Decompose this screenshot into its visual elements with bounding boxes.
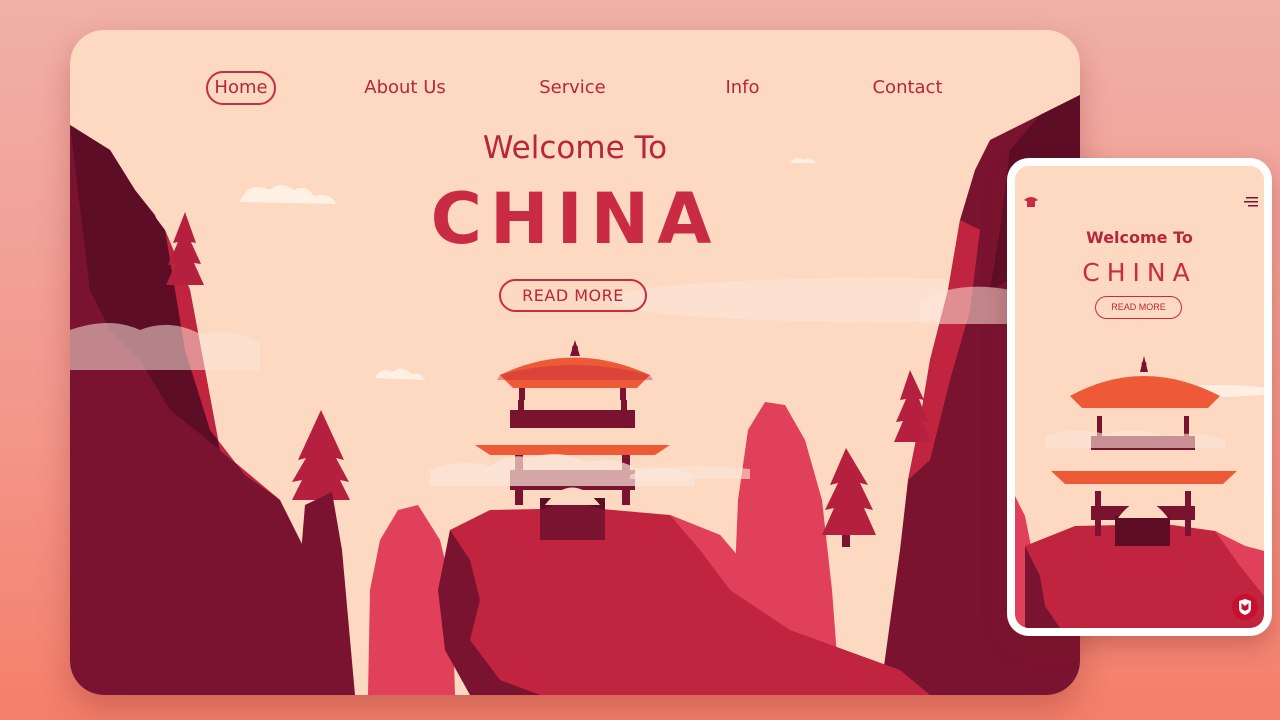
nav-about-us[interactable]: About Us <box>355 71 455 105</box>
nav-service[interactable]: Service <box>525 71 620 105</box>
main-navigation: Home About Us Service Info Contact <box>70 71 1080 105</box>
read-more-button[interactable]: READ MORE <box>499 279 647 312</box>
shield-badge-icon[interactable] <box>1232 594 1258 620</box>
hero-title: CHINA <box>430 178 720 260</box>
nav-home[interactable]: Home <box>206 71 276 105</box>
mobile-read-more-button[interactable]: READ MORE <box>1095 296 1182 319</box>
hamburger-menu-icon[interactable] <box>1244 196 1258 208</box>
pagoda-home-icon[interactable] <box>1023 194 1039 208</box>
mobile-screen: Welcome To CHINA READ MORE <box>1015 166 1264 628</box>
central-rock <box>440 508 930 695</box>
mobile-hero-title: CHINA <box>1082 258 1197 287</box>
mobile-preview-frame: Welcome To CHINA READ MORE <box>1007 158 1272 636</box>
hero-subtitle: Welcome To <box>482 130 668 166</box>
nav-contact[interactable]: Contact <box>865 71 950 105</box>
desktop-landing-page: Home About Us Service Info Contact Welco… <box>70 30 1080 695</box>
nav-info[interactable]: Info <box>710 71 775 105</box>
mobile-hero-subtitle: Welcome To <box>1086 228 1193 247</box>
